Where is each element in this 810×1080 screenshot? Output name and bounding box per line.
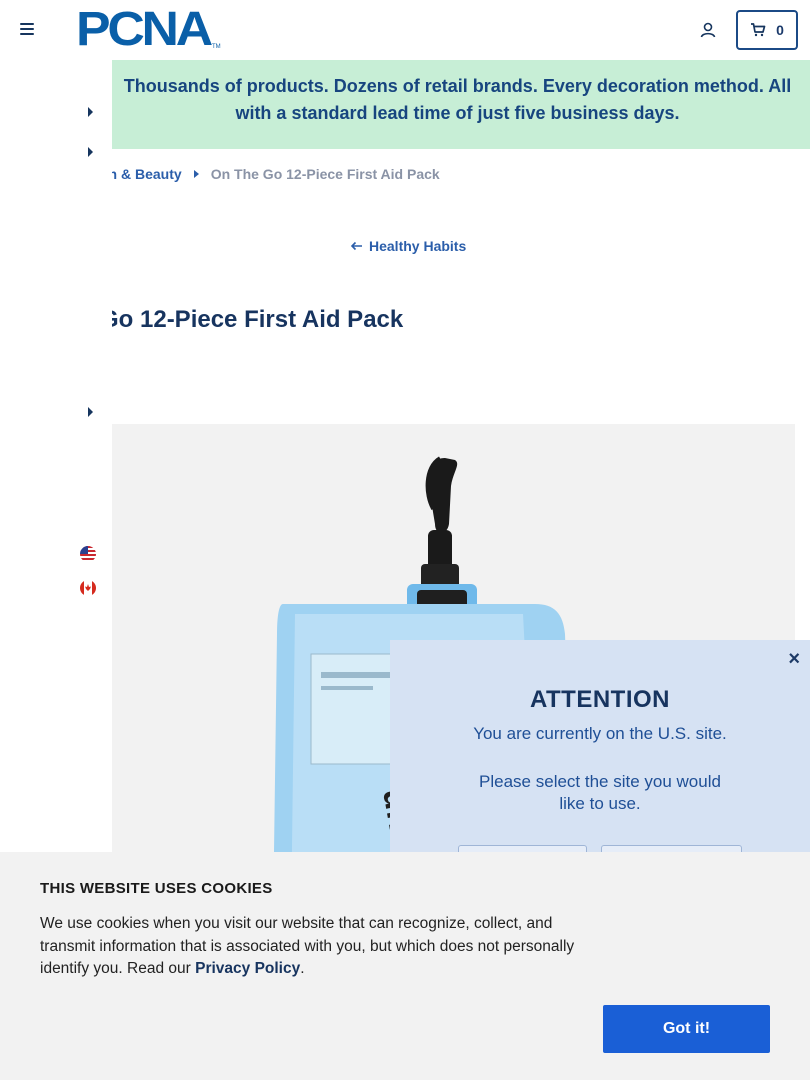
promo-banner-text: Thousands of products. Dozens of retail … — [123, 76, 792, 123]
cart-icon — [751, 23, 766, 37]
us-flag-icon[interactable] — [80, 546, 96, 562]
cart-count: 0 — [776, 22, 784, 38]
back-to-category-link[interactable]: Healthy Habits — [350, 238, 466, 254]
logo-trademark: TM — [212, 44, 221, 50]
cookie-body-text: We use cookies when you visit our websit… — [40, 915, 575, 977]
cookie-banner: THIS WEBSITE USES COOKIES We use cookies… — [0, 852, 810, 1080]
privacy-policy-link[interactable]: Privacy Policy — [195, 960, 300, 977]
menu-button[interactable] — [20, 23, 36, 37]
breadcrumb-current: On The Go 12-Piece First Aid Pack — [210, 166, 440, 182]
canada-flag-icon[interactable] — [80, 580, 96, 596]
breadcrumb: lth & Beauty On The Go 12-Piece First Ai… — [100, 166, 440, 182]
site-header: PCNA TM 0 — [0, 0, 810, 60]
back-link-label: Healthy Habits — [369, 238, 467, 254]
pcna-logo[interactable]: PCNA TM — [76, 3, 221, 56]
menu-caret-icon[interactable] — [88, 147, 93, 157]
product-title: Go 12-Piece First Aid Pack — [100, 306, 404, 333]
hamburger-icon — [20, 23, 34, 25]
breadcrumb-parent-link[interactable]: lth & Beauty — [100, 166, 182, 182]
modal-current-site-text: You are currently on the U.S. site. — [473, 724, 727, 743]
cart-button[interactable]: 0 — [736, 10, 798, 50]
menu-caret-icon[interactable] — [88, 107, 93, 117]
accept-cookies-button[interactable]: Got it! — [603, 1005, 770, 1053]
user-icon[interactable] — [699, 21, 717, 39]
modal-select-prompt: Please select the site you would like to… — [479, 772, 721, 813]
promo-banner: Thousands of products. Dozens of retail … — [95, 60, 810, 149]
breadcrumb-separator-icon — [193, 170, 199, 178]
close-icon[interactable]: × — [788, 648, 800, 671]
cookie-trailing: . — [300, 960, 305, 977]
menu-caret-icon[interactable] — [88, 407, 93, 417]
arrow-left-icon — [350, 241, 362, 251]
logo-text: PCNA — [76, 3, 213, 56]
cookie-banner-title: THIS WEBSITE USES COOKIES — [40, 880, 273, 897]
cookie-banner-text: We use cookies when you visit our websit… — [40, 913, 600, 981]
modal-title: ATTENTION — [529, 686, 671, 713]
